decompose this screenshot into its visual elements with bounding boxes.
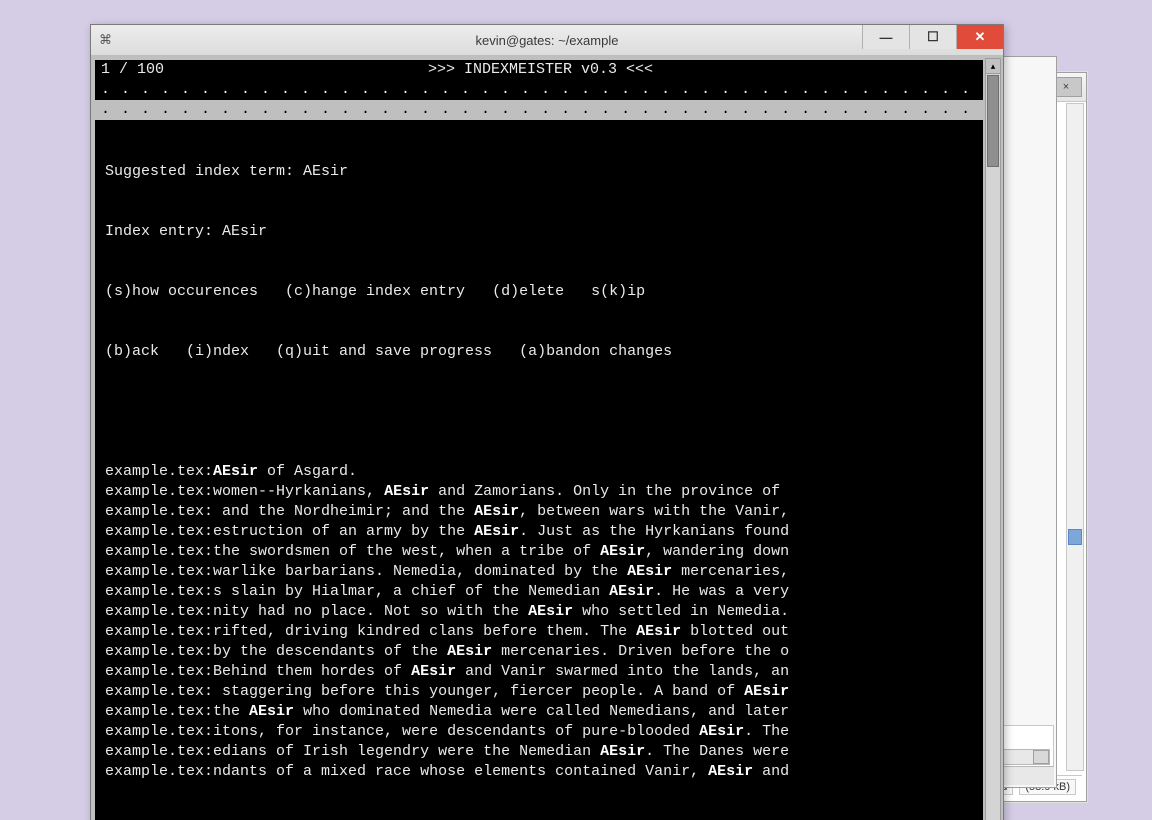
occurrence-line: example.tex:itons, for instance, were de… [105,722,973,742]
prompt-panel: Suggested index term: AEsir Index entry:… [95,120,983,820]
occurrence-line: example.tex:AEsir of Asgard. [105,462,973,482]
occurrence-line: example.tex:women--Hyrkanians, AEsir and… [105,482,973,502]
occurrence-line: example.tex:estruction of an army by the… [105,522,973,542]
occurrence-line: example.tex:the AEsir who dominated Neme… [105,702,973,722]
occurrence-line: example.tex: and the Nordheimir; and the… [105,502,973,522]
terminal-window: ⌘ kevin@gates: ~/example — ☐ ✕ ▴ ▾ 1 / 1… [90,24,1004,820]
maximize-button[interactable]: ☐ [909,25,956,49]
terminal-titlebar[interactable]: ⌘ kevin@gates: ~/example — ☐ ✕ [91,25,1003,56]
scroll-right-button[interactable] [1033,750,1049,764]
window-buttons: — ☐ ✕ [862,25,1003,49]
minimize-button[interactable]: — [862,25,909,49]
occurrence-line: example.tex:nity had no place. Not so wi… [105,602,973,622]
divider: . . . . . . . . . . . . . . . . . . . . … [95,80,983,100]
occurrence-line: example.tex:by the descendants of the AE… [105,642,973,662]
close-button[interactable]: ✕ [956,25,1003,49]
index-entry: Index entry: AEsir [105,222,973,242]
occurrence-line: example.tex:s slain by Hialmar, a chief … [105,582,973,602]
terminal-content[interactable]: 1 / 100 >>> INDEXMEISTER v0.3 <<< . . . … [95,60,983,820]
scroll-up-button[interactable]: ▴ [986,59,1000,74]
terminal-body: ▴ ▾ 1 / 100 >>> INDEXMEISTER v0.3 <<< . … [91,56,1003,820]
app-banner: >>> INDEXMEISTER v0.3 <<< [164,60,917,80]
occurrence-line: example.tex: staggering before this youn… [105,682,973,702]
terminal-icon: ⌘ [99,32,115,48]
menu-row-1[interactable]: (s)how occurences (c)hange index entry (… [105,282,973,302]
occurrence-line: example.tex:warlike barbarians. Nemedia,… [105,562,973,582]
occurrence-line: example.tex:rifted, driving kindred clan… [105,622,973,642]
scrollbar-thumb[interactable] [1068,529,1082,545]
occurrence-line: example.tex:the swordsmen of the west, w… [105,542,973,562]
terminal-scrollbar[interactable]: ▴ ▾ [985,58,1001,820]
occurrence-list: example.tex:AEsir of Asgard.example.tex:… [105,462,973,782]
progress-counter: 1 / 100 [101,60,164,80]
occurrence-line: example.tex:Behind them hordes of AEsir … [105,662,973,682]
occurrence-line: example.tex:edians of Irish legendry wer… [105,742,973,762]
occurrence-line: example.tex:ndants of a mixed race whose… [105,762,973,782]
menu-row-2[interactable]: (b)ack (i)ndex (q)uit and save progress … [105,342,973,362]
scrollbar-thumb[interactable] [987,75,999,167]
file-manager-scrollbar[interactable] [1066,103,1084,771]
divider: . . . . . . . . . . . . . . . . . . . . … [95,100,983,120]
suggested-term: Suggested index term: AEsir [105,162,973,182]
app-header: 1 / 100 >>> INDEXMEISTER v0.3 <<< [95,60,983,80]
